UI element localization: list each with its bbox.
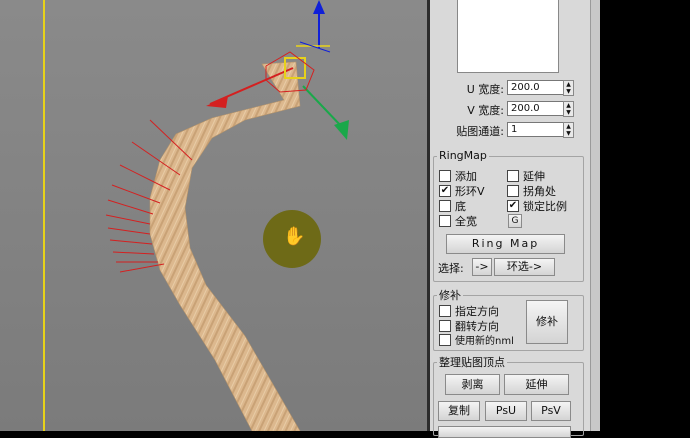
specify-direction-label: 指定方向 xyxy=(455,305,499,318)
map-channel-label: 贴图通道: xyxy=(456,125,504,138)
u-width-input[interactable]: 200.0 xyxy=(507,80,566,95)
arrange-vertices-title: 整理贴图顶点 xyxy=(437,354,507,370)
v-width-spinner[interactable]: ▲ ▼ xyxy=(563,101,574,117)
select-label: 选择: xyxy=(438,262,464,275)
use-new-nml-label: 使用新的nml xyxy=(455,336,514,347)
3d-viewport[interactable]: ✋ xyxy=(0,0,427,431)
gizmo-y-axis xyxy=(302,85,343,128)
ring-select-button[interactable]: 环选-> xyxy=(494,258,555,276)
g-button[interactable]: G xyxy=(508,214,522,228)
seam-line xyxy=(107,199,154,215)
u-width-label: U 宽度: xyxy=(466,83,504,96)
corner-checkbox[interactable] xyxy=(507,185,519,197)
map-channel-input[interactable]: 1 xyxy=(507,122,566,137)
v-width-label: V 宽度: xyxy=(467,104,504,117)
repair-button[interactable]: 修补 xyxy=(526,300,568,344)
full-width-label: 全宽 xyxy=(455,215,477,228)
repair-title: 修补 xyxy=(437,287,463,303)
ring-map-button[interactable]: Ring Map xyxy=(446,234,565,254)
add-checkbox[interactable] xyxy=(439,170,451,182)
gizmo-y-arrow xyxy=(334,120,349,140)
seam-line xyxy=(109,239,153,245)
map-preview xyxy=(457,0,559,73)
extend-checkbox[interactable] xyxy=(507,170,519,182)
full-width-checkbox[interactable] xyxy=(439,215,451,227)
bottom-label: 底 xyxy=(455,200,466,213)
psv-button[interactable]: PsV xyxy=(531,401,571,421)
use-new-nml-checkbox[interactable] xyxy=(439,334,451,346)
corner-label: 拐角处 xyxy=(523,185,556,198)
seam-line xyxy=(112,251,155,255)
lock-ratio-checkbox[interactable]: ✔ xyxy=(507,200,519,212)
ringmap-title: RingMap xyxy=(437,149,489,162)
gizmo-x-arrow xyxy=(206,96,228,108)
command-panel: U 宽度: 200.0 ▲ ▼ V 宽度: 200.0 ▲ ▼ 贴图通道: 1 ▲ ▼… xyxy=(430,0,590,438)
v-width-input[interactable]: 200.0 xyxy=(507,101,566,116)
outside-area xyxy=(600,0,690,431)
seam-line xyxy=(107,227,151,235)
psu-button[interactable]: PsU xyxy=(485,401,527,421)
extend-button[interactable]: 延伸 xyxy=(504,374,569,395)
lock-ratio-label: 锁定比例 xyxy=(523,200,567,213)
active-viewport-border xyxy=(43,0,45,431)
u-width-spinner[interactable]: ▲ ▼ xyxy=(563,80,574,96)
gizmo-z-arrow xyxy=(313,0,325,14)
partial-button[interactable] xyxy=(438,426,571,438)
seam-line xyxy=(119,263,165,273)
seam-line xyxy=(105,214,151,225)
arrow-button[interactable]: -> xyxy=(472,258,492,276)
map-channel-spinner[interactable]: ▲ ▼ xyxy=(563,122,574,138)
flip-direction-checkbox[interactable] xyxy=(439,320,451,332)
specify-direction-checkbox[interactable] xyxy=(439,305,451,317)
add-label: 添加 xyxy=(455,170,477,183)
ring-v-label: 形环V xyxy=(455,185,485,198)
hand-pan-icon: ✋ xyxy=(283,226,306,247)
extend-label: 延伸 xyxy=(523,170,545,183)
scene-canvas[interactable] xyxy=(0,0,427,431)
peel-button[interactable]: 剥离 xyxy=(445,374,500,395)
copy-button[interactable]: 复制 xyxy=(438,401,480,421)
ring-v-checkbox[interactable]: ✔ xyxy=(439,185,451,197)
bottom-checkbox[interactable] xyxy=(439,200,451,212)
